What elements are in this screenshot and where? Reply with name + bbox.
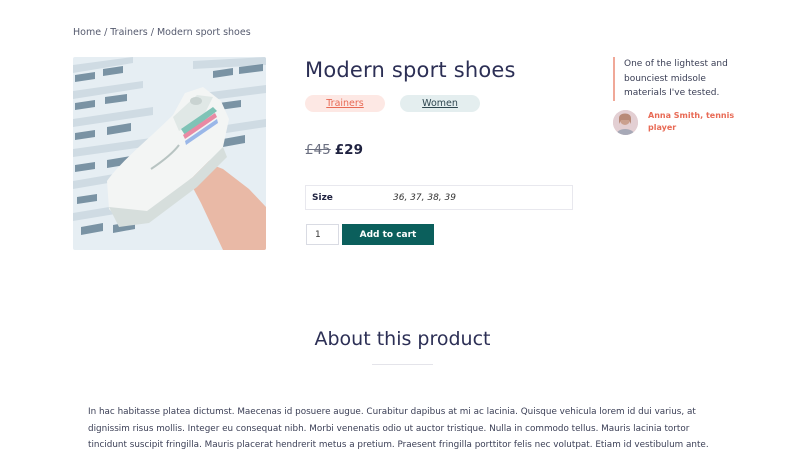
size-label: Size (312, 192, 333, 203)
product-title: Modern sport shoes (305, 58, 516, 82)
avatar-photo-icon (613, 110, 638, 135)
breadcrumb-separator: / (150, 27, 154, 38)
testimonial-author: Anna Smith, tennis player (648, 111, 735, 132)
divider (372, 364, 433, 365)
sale-price: £29 (334, 142, 363, 158)
breadcrumb-current: Modern sport shoes (156, 27, 251, 38)
breadcrumb-home-link[interactable]: Home (73, 27, 101, 38)
product-image[interactable] (73, 57, 266, 250)
tag-women[interactable]: Women (400, 95, 480, 112)
attributes-table: Size 36, 37, 38, 39 (305, 185, 573, 210)
size-value: 36, 37, 38, 39 (393, 192, 456, 203)
tag-trainers[interactable]: Trainers (305, 95, 385, 112)
add-to-cart-button[interactable]: Add to cart (342, 224, 434, 245)
avatar (613, 110, 638, 135)
about-section-title: About this product (314, 328, 491, 350)
testimonial-quote: One of the lightest and bounciest midsol… (613, 57, 738, 101)
product-price: £45 £29 (305, 142, 363, 158)
breadcrumb: Home / Trainers / Modern sport shoes (73, 27, 251, 38)
original-price: £45 (305, 142, 331, 158)
breadcrumb-trainers-link[interactable]: Trainers (110, 27, 148, 38)
product-tags: Trainers Women (305, 95, 480, 112)
quantity-input[interactable] (306, 224, 339, 245)
about-description: In hac habitasse platea dictumst. Maecen… (88, 407, 709, 450)
product-photo-sneaker (73, 57, 266, 250)
breadcrumb-separator: / (104, 27, 108, 38)
